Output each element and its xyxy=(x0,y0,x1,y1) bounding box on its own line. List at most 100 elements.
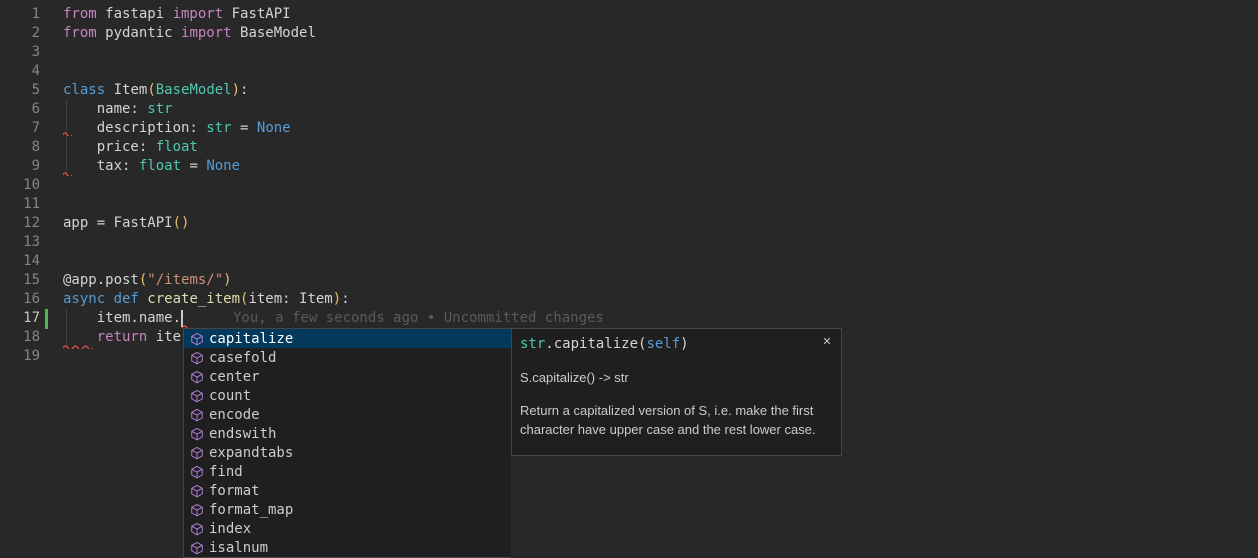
code-token: ( xyxy=(147,82,155,98)
signature-token: ) xyxy=(680,336,688,352)
indent-guide xyxy=(66,100,67,176)
code-line[interactable]: name: str xyxy=(63,100,173,119)
suggestion-docs-panel: str.capitalize(self) S.capitalize() -> s… xyxy=(511,328,842,456)
code-token: ) xyxy=(333,291,341,307)
code-token: : xyxy=(240,82,248,98)
suggest-item-encode[interactable]: encode xyxy=(184,405,511,424)
code-token: FastAPI xyxy=(223,6,290,22)
code-token: create_item xyxy=(147,291,240,307)
error-squiggle-icon xyxy=(63,344,93,349)
code-token: return xyxy=(97,329,148,345)
symbol-method-icon xyxy=(189,369,204,384)
error-squiggle-icon xyxy=(63,131,72,136)
symbol-method-icon xyxy=(189,521,204,536)
code-token: item: Item xyxy=(248,291,332,307)
suggest-item-label: capitalize xyxy=(209,331,293,347)
code-line[interactable]: from pydantic import BaseModel xyxy=(63,24,316,43)
code-token: tax: xyxy=(63,158,139,174)
text-cursor xyxy=(181,310,183,327)
suggest-item-label: endswith xyxy=(209,426,276,442)
suggest-item-label: center xyxy=(209,369,260,385)
code-line[interactable]: item.name. xyxy=(63,309,181,328)
code-token: BaseModel xyxy=(156,82,232,98)
code-token: float xyxy=(139,158,181,174)
method-summary: S.capitalize() -> str xyxy=(520,368,833,387)
code-token: ) xyxy=(232,82,240,98)
symbol-method-icon xyxy=(189,426,204,441)
suggest-item-label: isalnum xyxy=(209,540,268,556)
symbol-method-icon xyxy=(189,388,204,403)
suggest-item-expandtabs[interactable]: expandtabs xyxy=(184,443,511,462)
code-token: str xyxy=(147,101,172,117)
code-token: None xyxy=(257,120,291,136)
code-token: float xyxy=(156,139,198,155)
code-token: description: xyxy=(63,120,206,136)
suggest-item-index[interactable]: index xyxy=(184,519,511,538)
suggest-item-endswith[interactable]: endswith xyxy=(184,424,511,443)
indent-guide xyxy=(66,309,67,347)
code-line[interactable]: async def create_item(item: Item): xyxy=(63,290,350,309)
suggest-item-label: format xyxy=(209,483,260,499)
code-token: import xyxy=(173,6,224,22)
symbol-method-icon xyxy=(189,445,204,460)
code-editor[interactable]: 12345678910111213141516171819 from fasta… xyxy=(0,0,1258,546)
signature-token: str xyxy=(520,336,545,352)
code-line[interactable]: description: str = None xyxy=(63,119,291,138)
suggest-item-isalnum[interactable]: isalnum xyxy=(184,538,511,557)
signature-token: self xyxy=(646,336,680,352)
autocomplete-list[interactable]: capitalize casefold center count encode endsw… xyxy=(183,328,511,558)
symbol-method-icon xyxy=(189,502,204,517)
method-description: Return a capitalized version of S, i.e. … xyxy=(520,401,836,439)
suggest-item-count[interactable]: count xyxy=(184,386,511,405)
suggest-item-label: count xyxy=(209,388,251,404)
code-line[interactable]: from fastapi import FastAPI xyxy=(63,5,291,24)
code-token: Item xyxy=(105,82,147,98)
code-line[interactable]: tax: float = None xyxy=(63,157,240,176)
code-token: class xyxy=(63,82,105,98)
suggest-item-label: encode xyxy=(209,407,260,423)
code-token: async def xyxy=(63,291,147,307)
code-line[interactable]: @app.post("/items/") xyxy=(63,271,232,290)
symbol-method-icon xyxy=(189,464,204,479)
code-line[interactable]: app = FastAPI() xyxy=(63,214,189,233)
code-line[interactable]: class Item(BaseModel): xyxy=(63,81,248,100)
code-token: pydantic xyxy=(97,25,181,41)
code-token: name: xyxy=(63,101,147,117)
suggest-item-label: format_map xyxy=(209,502,293,518)
autocomplete-widget: capitalize casefold center count encode endsw… xyxy=(183,328,842,558)
code-token: item.name. xyxy=(63,310,181,326)
code-token: fastapi xyxy=(97,6,173,22)
symbol-method-icon xyxy=(189,540,204,555)
suggest-item-label: expandtabs xyxy=(209,445,293,461)
suggest-item-center[interactable]: center xyxy=(184,367,511,386)
code-token: @app.post xyxy=(63,272,139,288)
suggest-item-format[interactable]: format xyxy=(184,481,511,500)
suggest-item-casefold[interactable]: casefold xyxy=(184,348,511,367)
code-token: ) xyxy=(223,272,231,288)
code-token: = xyxy=(181,158,206,174)
code-token: app = FastAPI xyxy=(63,215,173,231)
suggest-item-format_map[interactable]: format_map xyxy=(184,500,511,519)
code-token: ite xyxy=(147,329,181,345)
code-token: "/items/" xyxy=(147,272,223,288)
symbol-method-icon xyxy=(189,407,204,422)
code-token: = xyxy=(232,120,257,136)
symbol-method-icon xyxy=(189,350,204,365)
suggest-item-label: index xyxy=(209,521,251,537)
code-token xyxy=(63,329,97,345)
code-token: () xyxy=(173,215,190,231)
close-icon[interactable]: ✕ xyxy=(820,334,834,348)
code-token: from xyxy=(63,6,97,22)
suggest-item-label: find xyxy=(209,464,243,480)
code-token: import xyxy=(181,25,232,41)
code-token: from xyxy=(63,25,97,41)
symbol-method-icon xyxy=(189,331,204,346)
code-token: price: xyxy=(63,139,156,155)
git-blame-annotation: You, a few seconds ago • Uncommitted cha… xyxy=(233,309,604,328)
suggest-item-find[interactable]: find xyxy=(184,462,511,481)
signature-token: .capitalize( xyxy=(545,336,646,352)
code-line[interactable]: price: float xyxy=(63,138,198,157)
suggest-item-label: casefold xyxy=(209,350,276,366)
suggest-item-capitalize[interactable]: capitalize xyxy=(184,329,511,348)
code-token: BaseModel xyxy=(232,25,316,41)
